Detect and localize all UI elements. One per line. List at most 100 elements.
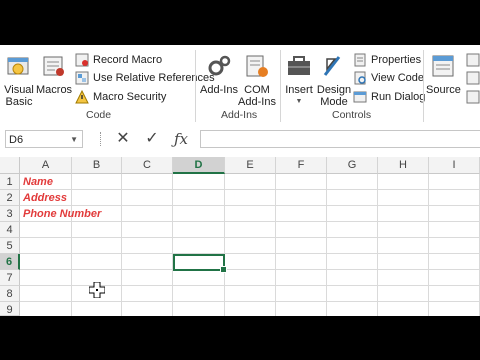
row-header[interactable]: 9 xyxy=(0,302,20,316)
gridline xyxy=(326,174,327,316)
row-header[interactable]: 2 xyxy=(0,190,20,206)
view-code-button[interactable]: View Code xyxy=(353,70,424,86)
com-add-ins-icon xyxy=(246,55,268,77)
formula-bar-grip[interactable] xyxy=(100,132,103,146)
relative-references-label: Use Relative References xyxy=(93,72,215,84)
gridline xyxy=(377,174,378,316)
macros-label: Macros xyxy=(36,84,73,96)
formula-input[interactable] xyxy=(200,130,480,148)
macro-security-label: Macro Security xyxy=(93,91,167,103)
group-separator xyxy=(280,50,281,122)
relative-references-icon xyxy=(75,71,89,85)
cell-a1[interactable]: Name xyxy=(23,174,53,190)
design-mode-button[interactable]: Design Mode xyxy=(316,53,352,108)
com-add-ins-button[interactable]: COM Add-Ins xyxy=(238,53,276,108)
column-header[interactable]: B xyxy=(72,157,122,174)
insert-function-icon[interactable]: ƒx xyxy=(170,129,192,149)
properties-button[interactable]: Properties xyxy=(353,52,421,68)
column-header[interactable]: H xyxy=(378,157,429,174)
insert-label: Insert xyxy=(285,84,313,96)
properties-icon xyxy=(354,53,366,67)
excel-window: Visual Basic Macros Record Macro Use Rel… xyxy=(0,45,480,316)
row-header[interactable]: 1 xyxy=(0,174,20,190)
properties-label: Properties xyxy=(371,54,422,66)
column-header[interactable]: F xyxy=(276,157,327,174)
gridline xyxy=(71,174,72,316)
record-macro-button[interactable]: Record Macro xyxy=(75,52,162,68)
column-header[interactable]: G xyxy=(327,157,378,174)
xml-map-properties-button[interactable] xyxy=(466,52,480,68)
row-header[interactable]: 5 xyxy=(0,238,20,254)
refresh-data-icon xyxy=(466,90,480,104)
column-header[interactable]: E xyxy=(225,157,276,174)
gridline xyxy=(428,174,429,316)
run-dialog-label: Run Dialog xyxy=(371,91,426,103)
row-header-selected[interactable]: 6 xyxy=(0,254,20,270)
gridline xyxy=(224,174,225,316)
visual-basic-button[interactable]: Visual Basic xyxy=(3,53,35,108)
macro-security-button[interactable]: Macro Security xyxy=(75,89,166,105)
macros-icon xyxy=(43,56,64,76)
cancel-icon[interactable]: ✕ xyxy=(112,129,134,149)
xml-expansion-packs-button[interactable] xyxy=(466,70,480,86)
gridline xyxy=(275,174,276,316)
gears-icon xyxy=(208,55,231,76)
use-relative-references-button[interactable]: Use Relative References xyxy=(75,70,215,86)
gridline xyxy=(20,189,480,190)
column-header[interactable]: C xyxy=(122,157,173,174)
row-header[interactable]: 3 xyxy=(0,206,20,222)
row-header[interactable]: 4 xyxy=(0,222,20,238)
visual-basic-label: Visual Basic xyxy=(4,84,34,108)
insert-controls-button[interactable]: Insert ▼ xyxy=(283,53,315,108)
cell-a2[interactable]: Address xyxy=(23,190,67,206)
gridline xyxy=(20,237,480,238)
fill-handle[interactable] xyxy=(220,266,227,273)
add-ins-button[interactable]: Add-Ins xyxy=(200,53,238,96)
xml-source-icon xyxy=(432,55,454,77)
row-header[interactable]: 7 xyxy=(0,270,20,286)
gridline xyxy=(121,174,122,316)
xml-refresh-data-button[interactable] xyxy=(466,89,480,105)
view-code-icon xyxy=(354,71,366,85)
record-macro-icon xyxy=(75,53,89,67)
source-button[interactable]: Source xyxy=(426,53,461,96)
com-add-ins-label: COM Add-Ins xyxy=(238,84,276,108)
view-code-label: View Code xyxy=(371,72,424,84)
source-label: Source xyxy=(426,84,461,96)
chevron-down-icon: ▼ xyxy=(295,98,303,105)
record-macro-label: Record Macro xyxy=(93,54,163,66)
chevron-down-icon[interactable]: ▼ xyxy=(70,131,78,149)
active-cell-d6[interactable] xyxy=(173,254,227,273)
column-header[interactable]: I xyxy=(429,157,480,174)
column-header[interactable]: A xyxy=(20,157,72,174)
controls-group-label: Controls xyxy=(332,109,372,121)
cell-a3[interactable]: Phone Number xyxy=(23,206,101,222)
name-box-value: D6 xyxy=(9,134,24,146)
enter-icon[interactable]: ✓ xyxy=(141,129,163,149)
row-header[interactable]: 8 xyxy=(0,286,20,302)
map-properties-icon xyxy=(466,53,480,67)
run-dialog-icon xyxy=(353,91,367,103)
gridline xyxy=(20,253,480,254)
run-dialog-button[interactable]: Run Dialog xyxy=(353,89,425,105)
design-mode-label: Design Mode xyxy=(316,84,352,108)
expansion-packs-icon xyxy=(466,71,480,85)
warning-icon xyxy=(75,90,89,104)
add-ins-label: Add-Ins xyxy=(200,84,238,96)
name-box[interactable]: D6 ▼ xyxy=(5,130,83,148)
group-separator xyxy=(195,50,196,122)
toolbox-icon xyxy=(288,56,310,75)
select-all-button[interactable] xyxy=(0,157,20,174)
add-ins-group-label: Add-Ins xyxy=(221,109,258,121)
code-group-label: Code xyxy=(86,109,112,121)
visual-basic-icon xyxy=(7,57,29,75)
design-mode-icon xyxy=(323,56,341,76)
group-separator xyxy=(423,50,424,122)
cross-cursor-icon xyxy=(89,282,105,298)
macros-button[interactable]: Macros xyxy=(36,53,72,96)
gridline xyxy=(20,269,480,270)
gridline xyxy=(172,174,173,316)
column-header-selected[interactable]: D xyxy=(173,157,225,174)
gridline xyxy=(20,301,480,302)
worksheet-grid[interactable]: A B C D E F G H I 1 2 3 4 5 6 7 8 9 Name… xyxy=(0,157,480,316)
